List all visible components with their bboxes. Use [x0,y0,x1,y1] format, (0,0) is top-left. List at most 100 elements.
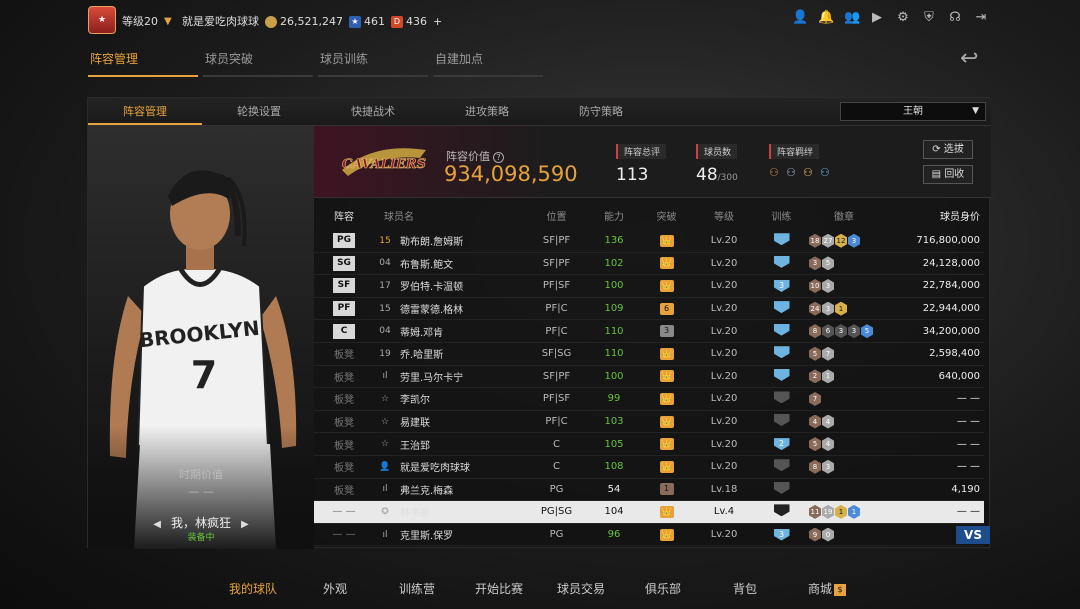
nav-player-trade[interactable]: 球员交易 [540,580,622,606]
breakthrough-cell[interactable]: 6 [639,302,694,315]
nav-appearance[interactable]: 外观 [294,580,376,606]
training-cell[interactable] [754,346,809,361]
subtab-rotation[interactable]: 轮换设置 [202,98,316,125]
training-cell[interactable] [754,301,809,316]
subtab-quick-tactics[interactable]: 快捷战术 [316,98,430,125]
table-row[interactable]: PG 15 勒布朗.詹姆斯 SF|PF 136 👑 Lv.20 18 27 12 3 716,800,… [314,230,984,253]
friends-icon[interactable]: 👥 [844,11,860,25]
lineup-slot[interactable]: 板凳 [314,414,374,429]
breakthrough-cell[interactable]: 1 [639,483,694,496]
nav-club[interactable]: 俱乐部 [622,580,704,606]
player-name-cell[interactable]: ıl 克里斯.保罗 [374,527,524,543]
badges-cell[interactable]: 83 [809,459,879,474]
lineup-slot[interactable]: 板凳 [314,482,374,497]
lineup-slot[interactable]: SF [314,278,374,294]
breakthrough-cell[interactable]: 👑 [639,392,694,405]
chemistry-icons[interactable]: ⚇ ⚇ ⚇ ⚇ [769,167,859,179]
subtab-defense-strategy[interactable]: 防守策略 [544,98,658,125]
col-player-value[interactable]: 球员身价 [879,208,984,223]
col-breakthrough[interactable]: 突破 [639,208,694,223]
nav-backpack[interactable]: 背包 [704,580,786,606]
lineup-slot[interactable]: 板凳 [314,459,374,474]
col-player-name[interactable]: 球员名 [374,208,524,223]
badges-cell[interactable]: 86335 [809,324,879,339]
select-button[interactable]: ⟳ 选拔 [923,140,973,159]
lineup-slot[interactable]: — — [314,529,374,540]
table-row[interactable]: C 04 蒂姆.邓肯 PF|C 110 3 Lv.20 8 6 3 3 5 34,200,000 [314,320,984,343]
table-row[interactable]: — —ıl克里斯.保罗PG96👑Lv.20390736VS [314,524,990,547]
badges-cell[interactable]: 54 [809,437,879,452]
lineup-slot[interactable]: 板凳 [314,437,374,452]
lineup-slot[interactable]: PG [314,233,374,249]
add-currency-button[interactable]: + [433,15,442,28]
player-card[interactable]: BROOKLYN 7 时期价值 — — ◀ 我，林疯狂 ▶ 装备中 [88,126,314,549]
breakthrough-cell[interactable]: 👑 [639,257,694,270]
breakthrough-cell[interactable]: 👑 [639,438,694,451]
col-position[interactable]: 位置 [524,208,589,223]
nav-store[interactable]: 商城 $ [786,580,868,606]
recycle-button[interactable]: ▤ 回收 [923,165,973,184]
team-dropdown[interactable]: 王朝 ▼ [840,102,986,121]
player-name-cell[interactable]: 04 蒂姆.邓肯 [374,324,524,339]
training-cell[interactable] [754,233,809,248]
player-name-cell[interactable]: 15 勒布朗.詹姆斯 [374,233,524,249]
player-name-cell[interactable]: ıl 劳里.马尔卡宁 [374,369,524,384]
player-name-cell[interactable]: ıl 弗兰克.梅森 [374,482,524,497]
team-avatar-icon[interactable]: ★ [88,6,116,34]
table-row[interactable]: 板凳 ☆ 易建联 PF|C 103 👑 Lv.20 4 4 — — [314,411,984,434]
badges-cell[interactable]: 18 27 12 3 [809,233,879,248]
player-name-cell[interactable]: 04 布鲁斯.鲍文 [374,256,524,271]
subtab-lineup[interactable]: 阵容管理 [88,98,202,125]
tab-player-breakthrough[interactable]: 球员突破 [203,50,318,77]
training-cell[interactable] [754,368,809,384]
table-row[interactable]: 板凳 ıl 劳里.马尔卡宁 SF|PF 100 👑 Lv.20 2 1 640,000 [314,366,984,389]
breakthrough-cell[interactable]: 👑 [639,279,694,292]
nav-start-game[interactable]: 开始比赛 [458,580,540,606]
shield-icon[interactable]: ⛨ [922,11,936,25]
tab-player-training[interactable]: 球员训练 [318,50,433,77]
nav-my-team[interactable]: 我的球队 [212,580,294,606]
gear-icon[interactable]: ⚙ [896,11,910,25]
table-row[interactable]: SF 17 罗伯特.卡温顿 PF|SF 100 👑 Lv.20 3 10 3 22,784,000 [314,275,984,298]
table-row[interactable]: 板凳 ☆ 李凯尔 PF|SF 99 👑 Lv.20 7 — — [314,388,984,411]
nav-training-camp[interactable]: 训练营 [376,580,458,606]
prev-arrow-icon[interactable]: ◀ [153,519,161,530]
player-name-cell[interactable]: ☆ 易建联 [374,414,524,430]
lineup-slot[interactable]: 板凳 [314,346,374,361]
lineup-slot[interactable]: C [314,323,374,339]
table-row[interactable]: 板凳 👤 就是爱吃肉球球 C 108 👑 Lv.20 8 3 — — [314,456,984,479]
player-name-cell[interactable]: ✪ 林书豪 [374,504,524,520]
lineup-slot[interactable]: 板凳 [314,369,374,384]
training-cell[interactable] [754,323,809,339]
badges-cell[interactable]: 44 [809,414,879,429]
player-name-cell[interactable]: ☆ 李凯尔 [374,391,524,407]
badges-cell[interactable]: 7 [809,391,879,406]
table-row[interactable]: PF 15 德雷蒙德.格林 PF|C 109 6 Lv.20 24 3 1 22,944,000 [314,298,984,321]
breakthrough-cell[interactable]: 👑 [639,460,694,473]
subtab-offense-strategy[interactable]: 进攻策略 [430,98,544,125]
col-rating[interactable]: 能力 [589,208,639,223]
training-cell[interactable]: 3 [754,279,809,292]
training-cell[interactable] [754,504,809,519]
badges-cell[interactable]: 35 [809,256,879,271]
table-row[interactable]: SG 04 布鲁斯.鲍文 SF|PF 102 👑 Lv.20 3 5 24,128,000 [314,253,984,276]
training-cell[interactable]: 3 [754,528,809,541]
table-row[interactable]: 板凳 ıl 弗兰克.梅森 PG 54 1 Lv.18 4,190 [314,479,984,502]
training-cell[interactable] [754,459,809,474]
bell-icon[interactable]: 🔔 [818,11,834,25]
profile-icon[interactable]: 👤 [792,11,808,25]
breakthrough-cell[interactable]: 👑 [639,505,694,518]
badges-cell[interactable]: 11 19 1 1 [809,504,879,519]
player-name-cell[interactable]: 👤 就是爱吃肉球球 [374,459,524,475]
breakthrough-cell[interactable]: 👑 [639,347,694,360]
training-cell[interactable] [754,481,809,497]
breakthrough-cell[interactable]: 👑 [639,234,694,247]
player-name-cell[interactable]: 15 德雷蒙德.格林 [374,301,524,317]
lineup-slot[interactable]: PF [314,301,374,317]
training-cell[interactable]: 2 [754,438,809,451]
tab-custom-points[interactable]: 自建加点 [433,50,548,77]
lineup-slot[interactable]: SG [314,255,374,271]
training-cell[interactable] [754,414,809,429]
headset-icon[interactable]: ☊ [948,11,962,25]
col-level[interactable]: 等级 [694,208,754,223]
